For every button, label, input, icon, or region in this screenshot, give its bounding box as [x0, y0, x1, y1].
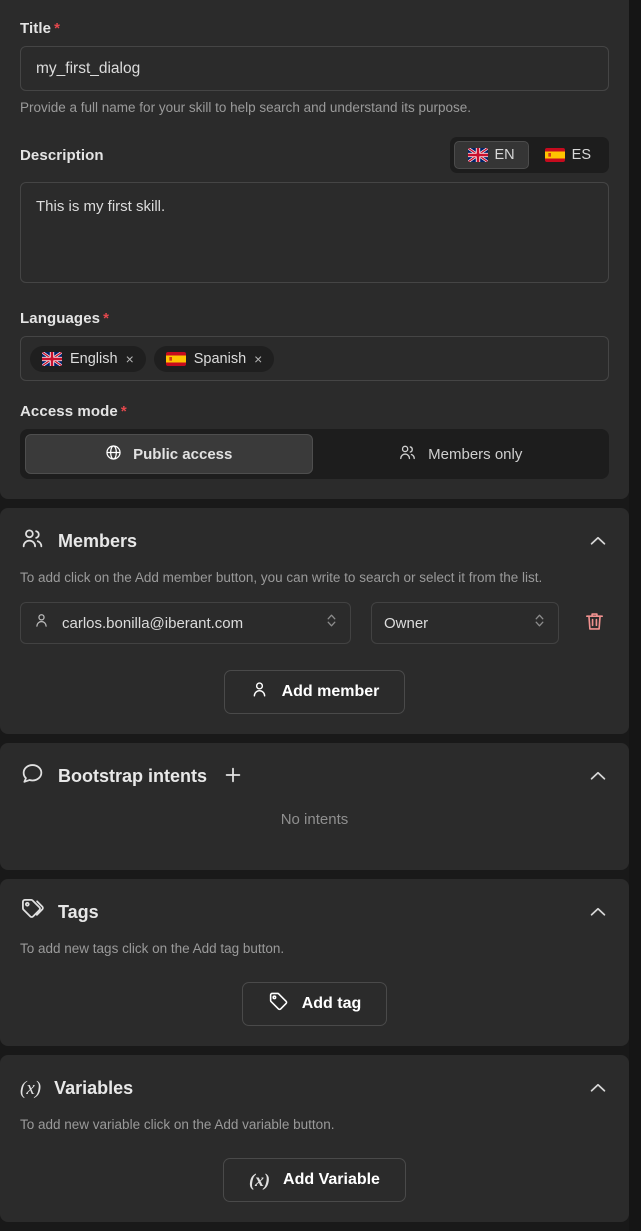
user-icon — [33, 612, 50, 634]
tags-section-description: To add new tags click on the Add tag but… — [20, 941, 285, 956]
skill-settings-page: Title* Provide a full name for your skil… — [0, 0, 641, 1231]
variable-icon: (x) — [20, 1077, 42, 1099]
tags-section-header: Tags — [20, 897, 609, 927]
variables-section-title: Variables — [54, 1077, 134, 1098]
member-role-select[interactable]: Owner — [371, 602, 559, 644]
tag-icon — [268, 991, 289, 1017]
languages-label-text: Languages — [20, 310, 101, 327]
access-mode-label: Access mode * — [20, 403, 609, 420]
add-tag-row: Add tag — [20, 982, 609, 1026]
access-mode-members-option[interactable]: Members only — [317, 434, 605, 474]
plus-icon — [222, 764, 244, 789]
languages-label: Languages * — [20, 310, 609, 327]
add-variable-row: (x) Add Variable — [20, 1158, 609, 1202]
description-label: Description — [20, 146, 104, 164]
access-mode-members-label: Members only — [428, 445, 523, 463]
add-variable-button-label: Add Variable — [283, 1171, 380, 1188]
chevron-up-icon[interactable] — [587, 765, 609, 787]
description-header: Description EN ES — [20, 136, 609, 174]
add-intent-button[interactable] — [220, 764, 246, 789]
title-helper-text: Provide a full name for your skill to he… — [20, 100, 471, 115]
lang-toggle-en-label: EN — [494, 147, 515, 163]
languages-field-group: Languages * English × Spanish × — [20, 310, 609, 381]
bootstrap-intents-section-title: Bootstrap intents — [58, 765, 208, 786]
variables-card: (x) Variables To add new variable click … — [0, 1055, 629, 1222]
uk-flag-icon — [467, 148, 488, 162]
add-variable-button[interactable]: (x) Add Variable — [223, 1158, 406, 1202]
bootstrap-intents-empty-text: No intents — [280, 811, 349, 828]
members-section-title: Members — [58, 530, 138, 551]
lang-toggle-es-label: ES — [571, 147, 591, 163]
add-tag-button-label: Add tag — [301, 995, 362, 1012]
member-email-value: carlos.bonilla@iberant.com — [62, 614, 244, 632]
title-label: Title * — [20, 20, 609, 37]
uk-flag-icon — [42, 351, 62, 366]
chevron-updown-icon — [533, 612, 546, 634]
general-info-card: Title* Provide a full name for your skil… — [0, 0, 629, 499]
access-mode-public-option[interactable]: Public access — [25, 434, 313, 474]
title-input[interactable] — [20, 46, 609, 91]
globe-icon — [105, 444, 122, 465]
trash-icon — [583, 609, 606, 637]
member-row: carlos.bonilla@iberant.com Owner — [20, 602, 609, 644]
title-field-group: Title* Provide a full name for your skil… — [20, 20, 609, 115]
bootstrap-intents-section-header: Bootstrap intents — [20, 761, 609, 791]
bootstrap-intents-card: Bootstrap intents No intents — [0, 743, 629, 870]
spain-flag-icon — [544, 148, 565, 162]
language-chip-english-label: English — [70, 350, 118, 367]
chevron-up-icon[interactable] — [587, 530, 609, 552]
description-textarea[interactable] — [20, 182, 609, 283]
languages-chip-input[interactable]: English × Spanish × — [20, 336, 609, 381]
add-member-row: Add member — [20, 670, 609, 714]
description-language-toggle[interactable]: EN ES — [449, 137, 609, 173]
add-member-button-label: Add member — [281, 683, 380, 700]
title-label-text: Title — [20, 20, 52, 37]
user-icon — [250, 680, 269, 704]
tags-card: Tags To add new tags click on the Add ta… — [0, 879, 629, 1046]
variables-section-header: (x) Variables — [20, 1073, 609, 1103]
lang-toggle-es[interactable]: ES — [531, 141, 605, 169]
language-chip-spanish[interactable]: Spanish × — [153, 345, 275, 372]
close-icon[interactable]: × — [126, 352, 134, 366]
chevron-up-icon[interactable] — [587, 901, 609, 923]
tags-section-title: Tags — [58, 901, 99, 922]
access-mode-field-group: Access mode * Public access Members only — [20, 403, 609, 479]
close-icon[interactable]: × — [254, 352, 262, 366]
language-chip-spanish-label: Spanish — [193, 350, 247, 367]
access-mode-required-asterisk: * — [120, 403, 127, 420]
languages-required-asterisk: * — [103, 310, 110, 327]
language-chip-english[interactable]: English × — [30, 345, 146, 372]
access-mode-segmented-control[interactable]: Public access Members only — [20, 429, 609, 479]
title-required-asterisk: * — [54, 20, 61, 37]
scrollbar-track[interactable] — [629, 0, 641, 1231]
chevron-updown-icon — [325, 612, 338, 634]
members-card: Members To add click on the Add member b… — [0, 508, 629, 734]
variables-section-description: To add new variable click on the Add var… — [20, 1117, 335, 1132]
scroll-column: Title* Provide a full name for your skil… — [0, 0, 629, 1231]
users-icon — [398, 443, 417, 466]
lang-toggle-en[interactable]: EN — [453, 141, 529, 169]
members-section-description: To add click on the Add member button, y… — [20, 570, 543, 585]
access-mode-label-text: Access mode — [20, 403, 118, 420]
delete-member-button[interactable] — [579, 605, 610, 641]
member-role-value: Owner — [384, 614, 429, 632]
chevron-up-icon[interactable] — [587, 1077, 609, 1099]
users-icon — [20, 526, 45, 556]
access-mode-public-label: Public access — [133, 445, 233, 463]
member-email-select[interactable]: carlos.bonilla@iberant.com — [20, 602, 351, 644]
chat-bubble-icon — [20, 761, 45, 791]
spain-flag-icon — [165, 351, 186, 366]
variable-icon: (x) — [249, 1170, 271, 1190]
add-tag-button[interactable]: Add tag — [241, 982, 388, 1026]
members-section-header: Members — [20, 526, 609, 556]
add-member-button[interactable]: Add member — [223, 670, 406, 714]
tags-icon — [20, 897, 45, 927]
